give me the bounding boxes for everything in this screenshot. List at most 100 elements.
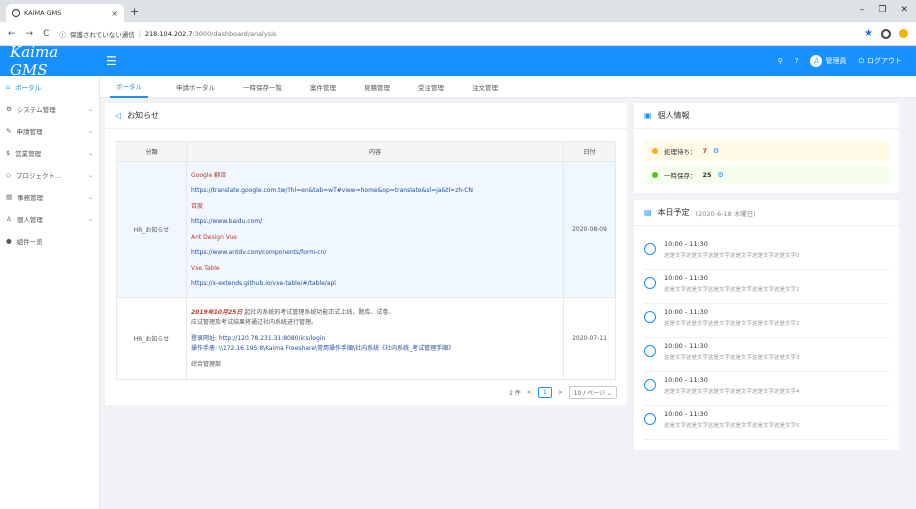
sidebar-item[interactable]: ⚙ システム管理 ⌄ bbox=[0, 98, 99, 120]
row-content: 2019年10月25日 起社内系统的考试管理系统功能正式上线，题库、试卷、 应试… bbox=[186, 297, 564, 380]
content-link[interactable]: https://www.antdv.com/components/form-cn… bbox=[191, 245, 563, 261]
new-tab-button[interactable]: + bbox=[130, 5, 139, 18]
schedule-time: 10:00 - 11:30 bbox=[664, 274, 708, 282]
row-date: 2020-07-11 bbox=[563, 297, 616, 380]
gear-icon[interactable]: ⚙ bbox=[718, 171, 724, 179]
sidebar-item[interactable]: ● 組件一览 bbox=[0, 230, 99, 252]
draft-dot-icon bbox=[652, 172, 658, 178]
search-icon[interactable]: ⚲ bbox=[778, 57, 783, 65]
address-bar: ← → C ⓘ 保護されていない通信 | 218.104.202.7:3000/… bbox=[0, 22, 916, 46]
nav-tab[interactable]: 案件管理 bbox=[310, 76, 336, 98]
pending-row[interactable]: 処理待ち： 7 ⚙ bbox=[644, 141, 889, 161]
url-path: :3000/dashboard/analysis bbox=[192, 29, 277, 38]
personal-info-header: ▣ 個人情報 bbox=[634, 103, 899, 129]
browser-tab[interactable]: KAIMA GMS × bbox=[6, 4, 124, 22]
schedule-desc: 这是文字这是文字这是文字这是文字这是文字这是文字2 bbox=[664, 321, 800, 327]
content-line[interactable]: 百度 bbox=[191, 199, 563, 215]
content-line[interactable]: Vxe.Table bbox=[191, 261, 563, 277]
forward-icon[interactable]: → bbox=[26, 29, 34, 39]
url-field[interactable]: ⓘ 保護されていない通信 | 218.104.202.7:3000/dashbo… bbox=[59, 29, 276, 39]
avatar-icon: ♙ bbox=[810, 55, 823, 67]
col-date[interactable]: 日付 bbox=[563, 141, 616, 162]
sales-icon: $ bbox=[6, 149, 11, 157]
logout-button[interactable]: ⏻ ログアウト bbox=[858, 56, 902, 66]
personal-info-title: 個人情報 bbox=[657, 111, 690, 120]
schedule-date: (2020-6-18 木曜日) bbox=[695, 209, 756, 218]
nav-tab[interactable]: 見積管理 bbox=[364, 76, 390, 98]
schedule-item[interactable]: 10:00 - 11:30 这是文字这是文字这是文字这是文字这是文字这是文字5 bbox=[644, 406, 889, 440]
schedule-item[interactable]: 10:00 - 11:30 这是文字这是文字这是文字这是文字这是文字这是文字0 bbox=[644, 236, 889, 270]
schedule-time: 10:00 - 11:30 bbox=[664, 308, 708, 316]
user-icon: ♙ bbox=[6, 215, 12, 223]
schedule-time: 10:00 - 11:30 bbox=[664, 376, 708, 384]
schedule-time: 10:00 - 11:30 bbox=[664, 240, 708, 248]
user-menu[interactable]: ♙ 管理員 bbox=[810, 55, 846, 67]
sidebar-item-label: ポータル bbox=[15, 84, 42, 92]
page-size-select[interactable]: 10 / ページ ⌄ bbox=[568, 386, 617, 399]
pending-dot-icon bbox=[652, 148, 658, 154]
sidebar-item[interactable]: ♙ 個人管理 ⌄ bbox=[0, 208, 99, 230]
pager-page-button[interactable]: 1 bbox=[537, 387, 552, 398]
nav-tab[interactable]: 一時保存一覧 bbox=[243, 76, 282, 98]
content-link[interactable]: https://www.baidu.com/ bbox=[191, 214, 563, 230]
bookmark-star-icon[interactable]: ★ bbox=[864, 28, 873, 39]
menu-toggle-icon[interactable]: ☰ bbox=[106, 54, 117, 68]
security-label: 保護されていない通信 bbox=[69, 30, 135, 39]
content-link[interactable]: 登录网址: http://120.78.231.31:8080/ics/logi… bbox=[191, 334, 559, 344]
close-window-icon[interactable]: ✕ bbox=[900, 5, 908, 15]
content-lead: 2019年10月25日 bbox=[191, 308, 243, 316]
notice-title: お知らせ bbox=[127, 111, 159, 120]
content-line: 应试管理及考试结果将通过社内系统进行管理。 bbox=[191, 318, 318, 326]
user-name: 管理員 bbox=[825, 57, 847, 65]
table-row[interactable]: HR_お知らせ 2019年10月25日 起社内系统的考试管理系统功能正式上线，题… bbox=[116, 297, 616, 380]
sidebar-item[interactable]: ◇ プロジェクト... ⌄ bbox=[0, 164, 99, 186]
chevron-down-icon: ⌄ bbox=[606, 390, 612, 397]
restore-icon[interactable]: ❐ bbox=[878, 5, 886, 15]
sidebar-item[interactable]: ✎ 申請管理 ⌄ bbox=[0, 120, 99, 142]
sidebar-item-label: プロジェクト... bbox=[16, 172, 62, 180]
chevron-down-icon: ⌄ bbox=[87, 171, 93, 179]
content-line[interactable]: Google 翻译 bbox=[191, 168, 563, 184]
reload-icon[interactable]: C bbox=[43, 29, 49, 39]
app-logo[interactable]: Kaima GMS bbox=[0, 43, 100, 79]
tab-close-icon[interactable]: × bbox=[111, 9, 118, 18]
sidebar-item[interactable]: $ 営業管理 ⌄ bbox=[0, 142, 99, 164]
schedule-card: ▤ 本日予定 (2020-6-18 木曜日) 10:00 - 11:30 这是文字… bbox=[634, 200, 899, 450]
nav-tab[interactable]: 申請ボータル bbox=[176, 76, 215, 98]
draft-label: 一時保存： bbox=[664, 172, 697, 180]
sidebar: ⌂ ポータル ⚙ システム管理 ⌄ ✎ 申請管理 ⌄ $ 営業管理 ⌄ ◇ プロジェクト... ⌄ ▤ 事務管… bbox=[0, 76, 100, 509]
schedule-item[interactable]: 10:00 - 11:30 这是文字这是文字这是文字这是文字这是文字这是文字4 bbox=[644, 372, 889, 406]
nav-tab[interactable]: ポータル bbox=[110, 76, 148, 98]
profile-icon[interactable] bbox=[881, 28, 891, 39]
gear-icon[interactable]: ⚙ bbox=[713, 147, 719, 155]
schedule-item[interactable]: 10:00 - 11:30 这是文字这是文字这是文字这是文字这是文字这是文字1 bbox=[644, 270, 889, 304]
schedule-item[interactable]: 10:00 - 11:30 这是文字这是文字这是文字这是文字这是文字这是文字3 bbox=[644, 338, 889, 372]
personal-info-card: ▣ 個人情報 処理待ち： 7 ⚙ 一時保存： 25 ⚙ bbox=[634, 103, 899, 193]
col-content[interactable]: 内容 bbox=[186, 141, 564, 162]
nav-tab[interactable]: 受注管理 bbox=[418, 76, 444, 98]
browser-tabbar: KAIMA GMS × + – ❐ ✕ bbox=[0, 0, 916, 22]
content-line: 起社内系统的考试管理系统功能正式上线，题库、试卷、 bbox=[244, 308, 395, 316]
github-icon: ● bbox=[6, 237, 12, 245]
home-icon: ⌂ bbox=[6, 83, 11, 91]
app-header: Kaima GMS ☰ ⚲ ? ♙ 管理員 ⏻ ログアウト bbox=[0, 43, 916, 79]
nav-tab[interactable]: 注文管理 bbox=[472, 76, 498, 98]
row-date: 2020-08-09 bbox=[563, 161, 616, 298]
minimize-icon[interactable]: – bbox=[860, 5, 865, 15]
content-link[interactable]: https://x-extends.github.io/vxe-table/#/… bbox=[191, 276, 563, 292]
pager-next-button[interactable]: > bbox=[558, 389, 563, 396]
content-link[interactable]: https://translate.google.com.tw/?hl=en&t… bbox=[191, 183, 563, 199]
content-line[interactable]: Ant Design Vue bbox=[191, 230, 563, 246]
extension-icon[interactable] bbox=[899, 29, 908, 38]
col-category[interactable]: 分類 bbox=[116, 141, 187, 162]
sidebar-item[interactable]: ⌂ ポータル bbox=[0, 76, 99, 98]
draft-row[interactable]: 一時保存： 25 ⚙ bbox=[644, 165, 889, 185]
table-row[interactable]: HR_お知らせ Google 翻译 https://translate.goog… bbox=[116, 161, 616, 298]
schedule-item[interactable]: 10:00 - 11:30 这是文字这是文字这是文字这是文字这是文字这是文字2 bbox=[644, 304, 889, 338]
pager-prev-button[interactable]: < bbox=[527, 389, 532, 396]
sidebar-item[interactable]: ▤ 事務管理 ⌄ bbox=[0, 186, 99, 208]
info-icon[interactable]: ⓘ bbox=[59, 29, 66, 39]
megaphone-icon: ◁ bbox=[115, 111, 122, 120]
back-icon[interactable]: ← bbox=[8, 29, 16, 39]
help-icon[interactable]: ? bbox=[795, 57, 799, 65]
